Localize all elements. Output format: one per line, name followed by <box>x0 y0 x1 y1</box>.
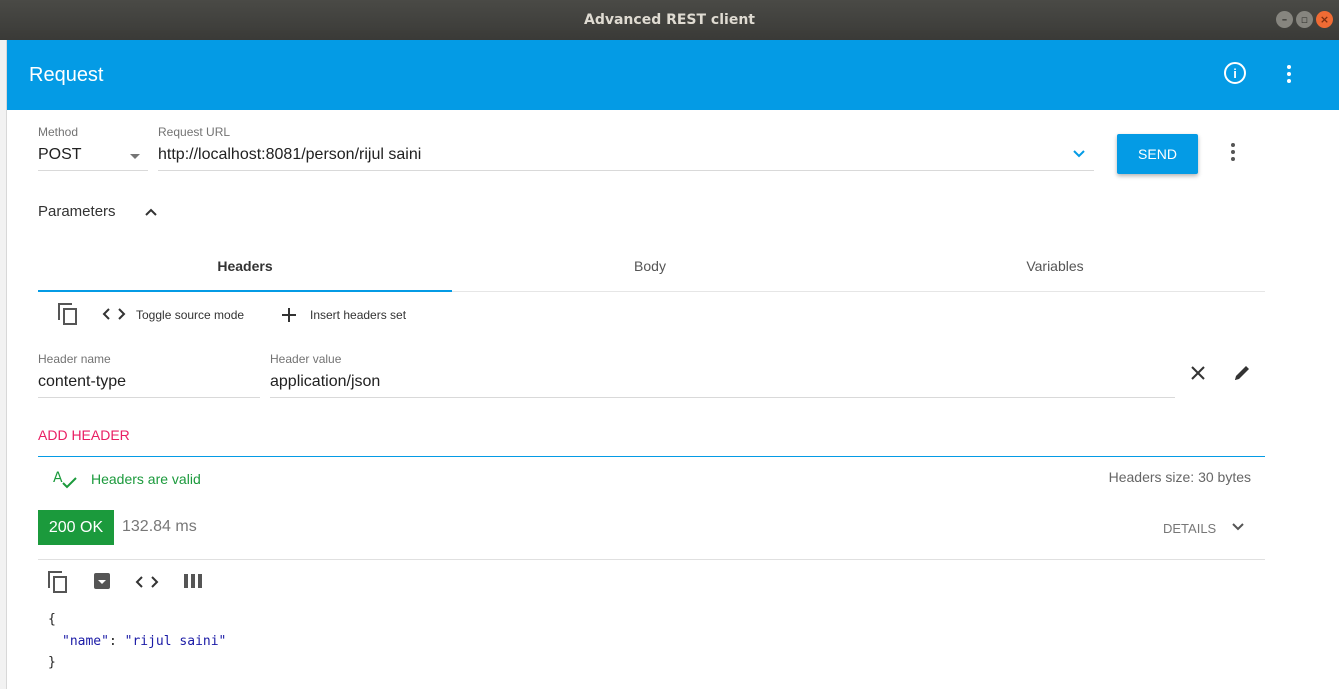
response-body-open-brace: { <box>48 612 56 627</box>
header-value-input[interactable]: application/json <box>270 373 380 391</box>
request-more-icon[interactable] <box>1227 143 1239 161</box>
header-name-label: Header name <box>38 352 111 366</box>
method-select[interactable]: POST <box>38 146 82 164</box>
minimize-window-button[interactable]: – <box>1276 11 1293 28</box>
add-icon[interactable] <box>281 307 297 323</box>
add-header-button[interactable]: ADD HEADER <box>38 427 130 443</box>
tab-body[interactable]: Body <box>550 258 750 274</box>
header-value-underline <box>270 397 1175 398</box>
header-value-label: Header value <box>270 352 342 366</box>
method-underline <box>38 170 148 171</box>
insert-headers-set-button[interactable]: Insert headers set <box>310 308 406 322</box>
method-label: Method <box>38 125 79 139</box>
active-tab-indicator <box>38 290 452 292</box>
json-separator: : <box>108 634 125 649</box>
send-button[interactable]: SEND <box>1117 134 1198 174</box>
columns-view-icon[interactable] <box>184 573 202 589</box>
header-name-input[interactable]: content-type <box>38 373 126 391</box>
maximize-window-button[interactable]: ▫ <box>1296 11 1313 28</box>
response-time: 132.84 ms <box>122 518 197 535</box>
url-label: Request URL <box>158 125 231 139</box>
edit-icon[interactable] <box>1232 363 1252 383</box>
page-title: Request <box>29 64 104 86</box>
status-badge: 200 OK <box>38 510 114 545</box>
copy-response-icon[interactable] <box>48 571 68 593</box>
close-window-button[interactable]: × <box>1316 11 1333 28</box>
left-edge <box>0 40 7 689</box>
window-controls: – ▫ × <box>1276 11 1333 28</box>
details-toggle-label[interactable]: DETAILS <box>1163 521 1216 536</box>
chevron-down-icon[interactable] <box>1231 522 1245 532</box>
response-body-close-brace: } <box>48 655 56 670</box>
app-toolbar: Request i <box>7 40 1339 110</box>
tab-divider <box>452 291 1265 292</box>
json-key: "name" <box>62 634 109 649</box>
save-response-icon[interactable] <box>94 573 110 589</box>
header-name-underline <box>38 397 260 398</box>
headers-size-text: Headers size: 30 bytes <box>1108 469 1251 485</box>
tab-variables[interactable]: Variables <box>955 258 1155 274</box>
toggle-source-mode-button[interactable]: Toggle source mode <box>136 308 244 322</box>
close-icon[interactable] <box>1190 365 1206 381</box>
window-title: Advanced REST client <box>584 12 755 28</box>
info-icon[interactable]: i <box>1224 62 1246 84</box>
url-input[interactable]: http://localhost:8081/person/rijul saini <box>158 146 421 164</box>
json-value: "rijul saini" <box>124 634 227 649</box>
url-history-chevron-icon[interactable] <box>1072 149 1086 159</box>
response-body-line: "name": "rijul saini" <box>62 634 226 649</box>
window-titlebar: Advanced REST client – ▫ × <box>0 0 1339 40</box>
tab-headers[interactable]: Headers <box>145 258 345 274</box>
code-view-icon[interactable] <box>135 575 159 589</box>
headers-divider <box>38 456 1265 457</box>
method-dropdown-icon[interactable] <box>129 153 141 161</box>
response-divider <box>38 559 1265 560</box>
copy-headers-icon[interactable] <box>58 303 78 325</box>
svg-text:A: A <box>53 470 63 486</box>
spellcheck-icon: A <box>53 470 77 489</box>
more-vert-icon[interactable] <box>1277 60 1301 88</box>
parameters-toggle-label[interactable]: Parameters <box>38 203 116 220</box>
url-underline <box>158 170 1094 171</box>
headers-valid-text: Headers are valid <box>91 471 201 487</box>
code-icon[interactable] <box>102 307 126 321</box>
chevron-up-icon[interactable] <box>144 207 158 217</box>
